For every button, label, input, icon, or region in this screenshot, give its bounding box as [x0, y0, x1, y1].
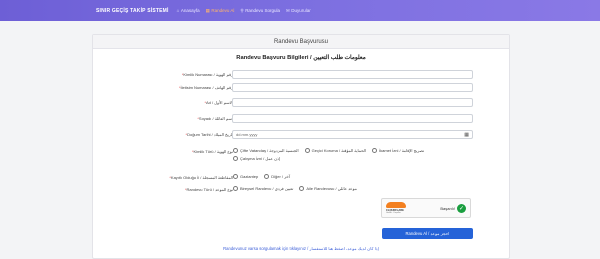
iletisim-input[interactable] [232, 83, 473, 92]
card-header: Randevu Başvurusu [93, 35, 509, 49]
ad-input[interactable] [232, 98, 473, 107]
iletisim-row: *İletisim Numarası / رقم الهاتف [93, 83, 509, 93]
radio-dot[interactable] [233, 186, 238, 191]
soyad-input[interactable] [232, 114, 473, 123]
ad-label: *Ad / الاسم الأول [204, 100, 233, 105]
nav-item-label: Duyurular [291, 8, 311, 13]
soyad-row: *Soyadı / اسم العائلة [93, 114, 509, 124]
calendar-icon[interactable]: ▦ [464, 132, 469, 138]
radio-dot[interactable] [304, 148, 310, 153]
radio-aile[interactable]: Aile Randevusu / موعد عائلي [299, 186, 357, 191]
search-icon: ⚲ [240, 7, 244, 13]
kimlik-no-input[interactable] [232, 70, 473, 79]
radio-dot[interactable] [264, 174, 270, 179]
nav-item-randevu-al[interactable]: ▦ Randevu Al [206, 8, 235, 14]
radio-dot[interactable] [233, 148, 238, 153]
kimlik-turu-label: *Kimlik Türü / نوع الهوية [191, 149, 233, 154]
cloudflare-logo: CLOUDFLARE Gizlilik · Koşullar [386, 202, 406, 214]
radio-dot[interactable] [372, 148, 377, 153]
dogum-label: *Doğum Tarihi / تاريخ الميلاد [185, 132, 233, 137]
brand-title[interactable]: SINIR GEÇİŞ TAKİP SİSTEMİ [96, 8, 169, 14]
radio-dot[interactable] [233, 174, 238, 179]
ad-row: *Ad / الاسم الأول [93, 98, 509, 108]
cloudflare-captcha[interactable]: CLOUDFLARE Gizlilik · Koşullar Başarılı!… [381, 198, 471, 218]
kimlik-turu-options: Çifte Vatandaş / الجنسية المزدوجة Geçici… [233, 148, 483, 161]
nav-item-label: Randevu Al [211, 8, 235, 13]
nav-item-label: Randevu Sorgula [245, 8, 280, 13]
kayit-label: *Kayıtlı Olduğu İl / المقاطعة المسجلة [169, 175, 233, 180]
check-icon: ✓ [457, 203, 466, 213]
radio-bireysel[interactable]: Bireysel Randevu / تعيين فردي [233, 186, 293, 191]
nav-item-randevu-sorgula[interactable]: ⚲ Randevu Sorgula [240, 8, 280, 14]
nav-item-label: Anasayfa [180, 8, 200, 13]
radio-calisma-izni[interactable]: Çalışma İzni / إذن عمل [233, 156, 280, 161]
kimlik-no-label: *Kimlik Numarası / رقم الهوية [181, 72, 233, 77]
kimlik-turu-row: *Kimlik Türü / نوع الهوية Çifte Vatandaş… [93, 147, 509, 167]
home-icon: ⌂ [176, 8, 180, 13]
nav-item-anasayfa[interactable]: ⌂ Anasayfa [177, 8, 200, 13]
kayit-options: Gaziantep Diğer / آخر [233, 174, 483, 179]
top-navbar: SINIR GEÇİŞ TAKİP SİSTEMİ ⌂ Anasayfa ▦ R… [0, 0, 600, 21]
captcha-status: Başarılı! ✓ [440, 203, 466, 213]
dogum-date-input[interactable]: dd.mm.yyyy ▦ [232, 130, 473, 139]
radio-ikamet-izni[interactable]: İkamet İzni / تصريح الإقامة [372, 148, 424, 153]
mail-icon: ✉ [285, 7, 290, 13]
section-title: Randevu Başvuru Bilgileri / معلومات طلب … [236, 55, 366, 61]
nav-item-duyurular[interactable]: ✉ Duyurular [286, 8, 311, 14]
dogum-row: *Doğum Tarihi / تاريخ الميلاد dd.mm.yyyy… [93, 130, 509, 140]
soyad-label: *Soyadı / اسم العائلة [197, 116, 233, 121]
iletisim-label: *İletisim Numarası / رقم الهاتف [178, 85, 233, 90]
radio-gecici-koruma[interactable]: Geçici Koruma / الحماية المؤقتة [304, 148, 366, 153]
radio-gaziantep[interactable]: Gaziantep [233, 174, 258, 179]
radio-diger[interactable]: Diğer / آخر [264, 174, 290, 179]
randevu-turu-options: Bireysel Randevu / تعيين فردي Aile Rande… [233, 186, 483, 191]
calendar-icon: ▦ [205, 7, 210, 13]
submit-button[interactable]: Randevu Al / احجز موعد [382, 228, 473, 239]
kimlik-no-row: *Kimlik Numarası / رقم الهوية [93, 70, 509, 80]
application-card: Randevu Başvurusu Randevu Başvuru Bilgil… [92, 34, 510, 259]
randevu-turu-label: *Randevu Türü / نوع الموعد [184, 187, 233, 192]
captcha-status-text: Başarılı! [440, 205, 455, 211]
radio-cifte-vatandas[interactable]: Çifte Vatandaş / الجنسية المزدوجة [233, 148, 299, 153]
dogum-placeholder: dd.mm.yyyy [236, 132, 258, 137]
cloud-icon [386, 202, 406, 208]
cloudflare-links[interactable]: Gizlilik · Koşullar [386, 212, 401, 214]
query-appointment-link[interactable]: Randevunuz varsa sorgulamak için tıklayı… [93, 246, 509, 251]
radio-dot[interactable] [299, 186, 305, 191]
randevu-turu-row: *Randevu Türü / نوع الموعد Bireysel Rand… [93, 185, 509, 195]
kayit-row: *Kayıtlı Olduğu İl / المقاطعة المسجلة Ga… [93, 173, 509, 183]
radio-dot[interactable] [233, 156, 238, 161]
